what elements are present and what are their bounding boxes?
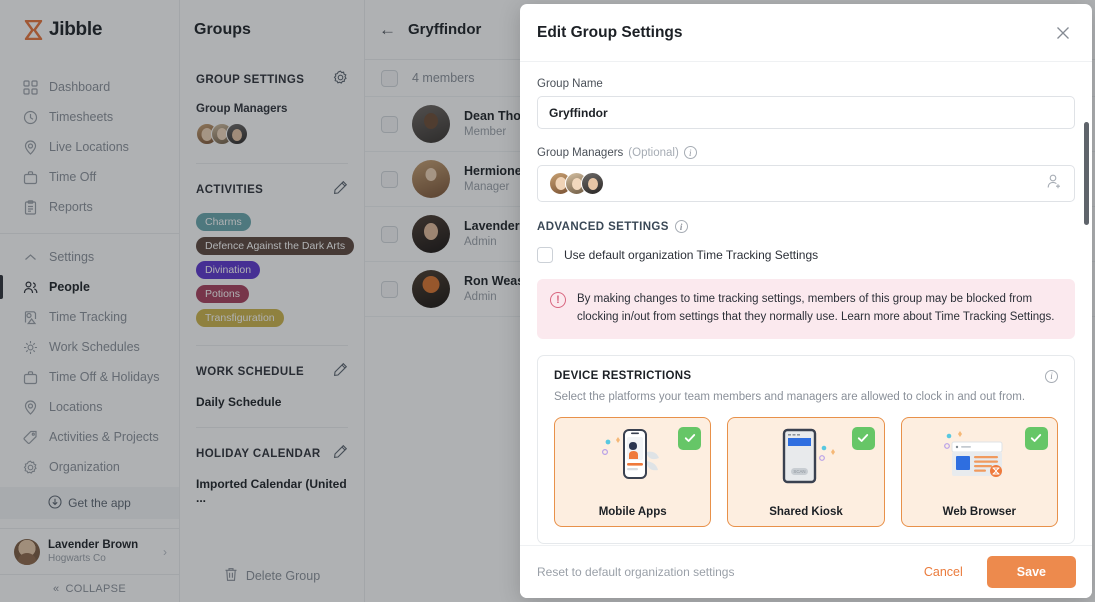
cancel-button[interactable]: Cancel [914,559,973,585]
dialog-footer: Reset to default organization settings C… [520,545,1092,598]
info-icon[interactable]: i [674,220,688,233]
info-icon[interactable]: i [1045,369,1058,383]
group-name-value: Gryffindor [549,105,608,120]
platform-card-web-browser[interactable]: Web Browser [900,416,1058,527]
dialog-scrollbar[interactable] [1084,122,1089,225]
web-browser-icon [940,426,1018,488]
device-restrictions-subtitle: Select the platforms your team members a… [554,390,1026,403]
use-default-settings-checkbox[interactable] [537,247,553,263]
device-restrictions-title: DEVICE RESTRICTIONS [554,369,692,382]
warning-text: By making changes to time tracking setti… [577,293,1055,323]
dialog-header: Edit Group Settings [520,4,1092,62]
dialog-body: Group Name Gryffindor Group Managers (Op… [520,62,1092,545]
group-managers-label: Group Managers (Optional) i [537,146,1075,159]
group-name-input[interactable]: Gryffindor [537,96,1075,129]
add-person-icon[interactable] [1046,173,1063,195]
device-restrictions-card: DEVICE RESTRICTIONS i Select the platfor… [537,354,1075,544]
use-default-settings-label: Use default organization Time Tracking S… [564,248,819,262]
platform-options: Mobile Apps SCAN Shared Kiosk Web Browse… [554,416,1058,527]
group-name-label: Group Name [537,78,1075,90]
platform-label: Web Browser [942,505,1016,518]
group-managers-label-text: Group Managers [537,146,624,159]
alert-icon: ! [550,292,566,308]
save-button[interactable]: Save [986,556,1076,588]
avatar [581,172,604,195]
kiosk-tablet-icon: SCAN [769,426,843,488]
mobile-phone-icon [596,426,670,488]
advanced-settings-heading: ADVANCED SETTINGS i [537,220,1075,233]
reset-to-default-link[interactable]: Reset to default organization settings [537,565,734,579]
info-icon[interactable]: i [683,146,697,159]
group-managers-avatars [549,172,604,195]
close-icon[interactable] [1052,22,1074,44]
platform-label: Shared Kiosk [769,505,843,518]
checkmark-icon[interactable] [678,426,702,450]
checkmark-icon[interactable] [851,426,875,450]
group-managers-input[interactable] [537,165,1075,202]
dialog-title: Edit Group Settings [537,23,683,41]
platform-label: Mobile Apps [598,505,667,518]
group-name-label-text: Group Name [537,78,603,90]
advanced-settings-title-text: ADVANCED SETTINGS [537,220,669,233]
use-default-settings-row[interactable]: Use default organization Time Tracking S… [537,247,1075,263]
platform-card-shared-kiosk[interactable]: SCAN Shared Kiosk [727,416,885,527]
warning-banner: ! By making changes to time tracking set… [537,279,1075,339]
svg-text:SCAN: SCAN [793,469,805,474]
edit-group-settings-dialog: Edit Group Settings Group Name Gryffindo… [520,4,1092,598]
device-restrictions-header: DEVICE RESTRICTIONS i [554,369,1058,383]
optional-text: (Optional) [628,146,679,159]
platform-card-mobile-apps[interactable]: Mobile Apps [554,416,712,527]
checkmark-icon[interactable] [1024,426,1048,450]
application-window: Jibble Dashboard Timesheets Live Locatio… [0,0,1095,602]
